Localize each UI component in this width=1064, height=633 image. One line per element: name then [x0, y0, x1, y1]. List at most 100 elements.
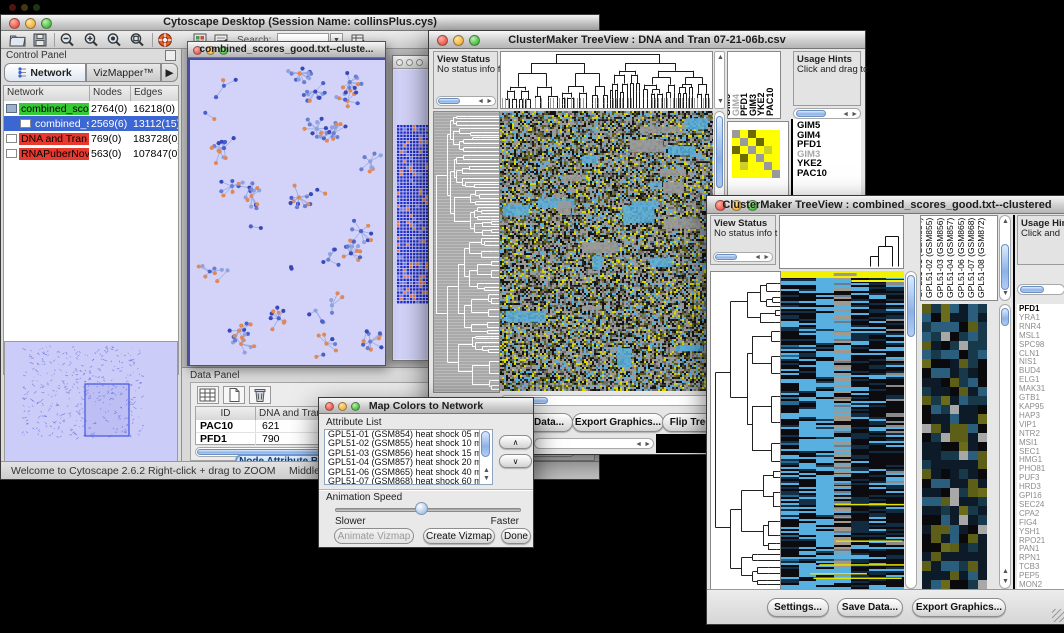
view-status-scrollbar[interactable]: ◄ ► — [436, 96, 496, 106]
gene-label[interactable]: VIP1 — [1019, 421, 1064, 430]
tab-vizmapper[interactable]: VizMapper™ — [86, 63, 161, 82]
gene-label[interactable]: PFD1 — [1019, 305, 1064, 314]
zoom-heatmap-cell[interactable] — [732, 146, 740, 154]
attr-col-id[interactable]: ID — [196, 407, 256, 420]
move-up-button[interactable]: ∧ — [499, 435, 532, 449]
zoom-heatmap-cell[interactable] — [764, 138, 772, 146]
gene-label[interactable]: CPA2 — [1019, 510, 1064, 519]
gene-label[interactable]: GPI16 — [1019, 492, 1064, 501]
scroll-up-arrow[interactable]: ▲ — [1002, 568, 1009, 576]
network-canvas[interactable] — [190, 60, 385, 365]
scroll-up-arrow[interactable]: ▲ — [717, 54, 724, 62]
gene-label[interactable]: YRA1 — [1019, 314, 1064, 323]
zoom-heatmap-cell[interactable] — [756, 170, 764, 178]
network-table-row[interactable]: RNAPuberNov2+563(0)107847(0) — [4, 146, 178, 161]
gene-label[interactable]: ELG1 — [1019, 376, 1064, 385]
move-down-button[interactable]: ∨ — [499, 454, 532, 468]
scroll-down-arrow[interactable]: ▼ — [1002, 290, 1009, 298]
zoom-heatmap-cell[interactable] — [740, 162, 748, 170]
view-status-scrollbar[interactable]: ◄ ► — [713, 252, 773, 262]
zoom-heatmap-cell[interactable] — [756, 138, 764, 146]
column-label[interactable]: GPL51-06 (GSM865) — [956, 218, 966, 298]
attribute-list-scrollbar[interactable]: ▲ ▼ — [479, 430, 492, 484]
gene-label[interactable]: BUD4 — [1019, 367, 1064, 376]
column-label[interactable]: GPL51-08 (GSM872) — [976, 218, 986, 298]
zoom-heatmap-cell[interactable] — [732, 154, 740, 162]
zoom-heatmap-cell[interactable] — [740, 138, 748, 146]
dendrogram-vscrollbar[interactable]: ▲ ▼ — [714, 51, 725, 109]
zoom-fit-icon[interactable] — [129, 32, 149, 50]
network-view-titlebar[interactable]: combined_scores_good.txt--cluste... — [188, 42, 385, 58]
heatmap-vscrollbar[interactable] — [905, 271, 917, 589]
inactive-close-button[interactable] — [396, 59, 403, 66]
scroll-thumb[interactable] — [1001, 308, 1009, 326]
gene-label[interactable]: HAP3 — [1019, 412, 1064, 421]
create-vizmap-button[interactable]: Create Vizmap — [423, 528, 495, 544]
gene-label[interactable]: NIS1 — [1019, 358, 1064, 367]
zoom-heatmap-cell[interactable] — [772, 154, 780, 162]
gene-label[interactable]: HMG1 — [1019, 456, 1064, 465]
gene-label[interactable]: MAK31 — [1019, 385, 1064, 394]
attribute-list-item[interactable]: GPL51-07 (GSM868) heat shock 60 min — [326, 477, 478, 485]
main-titlebar[interactable]: Cytoscape Desktop (Session Name: collins… — [1, 15, 599, 31]
inactive-zoom-button[interactable] — [416, 59, 423, 66]
inactive-minimize-button[interactable] — [406, 59, 413, 66]
zoom-heatmap[interactable] — [732, 130, 780, 178]
zoom-heatmap-cell[interactable] — [772, 130, 780, 138]
gene-label[interactable]: PUF3 — [1019, 474, 1064, 483]
network-table-row[interactable]: DNA and Tran 07769(0)183728(0) — [4, 131, 178, 146]
scroll-down-arrow[interactable]: ▼ — [483, 475, 490, 483]
save-data-button[interactable]: Save Data... — [837, 598, 903, 617]
zoom-heatmap-cell[interactable] — [740, 154, 748, 162]
animation-speed-slider-track[interactable] — [335, 508, 521, 512]
zoom-heatmap-cell[interactable] — [732, 130, 740, 138]
scroll-left-arrow[interactable]: ◄ — [477, 98, 484, 106]
scroll-thumb[interactable] — [1001, 244, 1009, 290]
minimap-canvas[interactable] — [5, 342, 177, 461]
zoom-heatmap-cell[interactable] — [772, 146, 780, 154]
scroll-up-arrow[interactable]: ▲ — [483, 467, 490, 475]
zoom-heatmap-canvas[interactable] — [922, 304, 987, 589]
gene-label[interactable]: PHO81 — [1019, 465, 1064, 474]
zoom-heatmap-cell[interactable] — [764, 146, 772, 154]
zoom-heatmap-cell[interactable] — [748, 154, 756, 162]
zoom-heatmap-cell[interactable] — [748, 138, 756, 146]
scroll-thumb[interactable] — [716, 116, 723, 188]
attribute-table-icon[interactable] — [197, 386, 219, 404]
scroll-left-arrow[interactable]: ◄ — [635, 441, 642, 449]
delete-attribute-icon[interactable] — [249, 386, 271, 404]
usage-hints-scrollbar[interactable]: ◄ ► — [793, 108, 861, 119]
scroll-thumb[interactable] — [907, 275, 915, 337]
zoom-heatmap-cell[interactable] — [748, 170, 756, 178]
network-table-row[interactable]: combined_sco2569(6)13112(15) — [4, 116, 178, 131]
zoom-heatmap-cell[interactable] — [740, 130, 748, 138]
col-network[interactable]: Network — [4, 86, 90, 101]
zoom-selected-icon[interactable] — [106, 32, 126, 50]
zoom-heatmap-cell[interactable] — [740, 170, 748, 178]
birdseye-minimap[interactable] — [4, 341, 178, 462]
scroll-right-arrow[interactable]: ► — [851, 111, 858, 119]
gene-label[interactable]: RPO21 — [1019, 537, 1064, 546]
column-dendrogram-canvas[interactable] — [780, 216, 903, 268]
row-dendrogram-canvas[interactable] — [710, 271, 781, 591]
global-heatmap-canvas[interactable] — [781, 271, 904, 589]
gene-label[interactable]: SPC98 — [1019, 341, 1064, 350]
zoom-heatmap-cell[interactable] — [772, 170, 780, 178]
float-panel-icon[interactable] — [165, 50, 176, 61]
scroll-thumb[interactable] — [715, 254, 737, 260]
zoomview-hscrollbar[interactable]: ◄ ► — [534, 438, 654, 449]
gene-label[interactable]: NTR2 — [1019, 430, 1064, 439]
column-label[interactable]: GPL51-03 (GSM856) — [935, 218, 945, 298]
scroll-up-arrow[interactable]: ▲ — [1002, 218, 1009, 226]
zoom-heatmap-cell[interactable] — [772, 162, 780, 170]
animate-vizmap-button[interactable]: Animate Vizmap — [334, 528, 414, 544]
gene-label[interactable]: TCB3 — [1019, 563, 1064, 572]
zoom-heatmap-cell[interactable] — [756, 162, 764, 170]
dialog-titlebar[interactable]: Map Colors to Network — [319, 398, 533, 414]
column-dendrogram-panel[interactable] — [779, 215, 904, 269]
usage-hints-scrollbar[interactable] — [1017, 284, 1064, 295]
zoom-heatmap-cell[interactable] — [732, 138, 740, 146]
scroll-thumb[interactable] — [481, 431, 490, 457]
gene-label[interactable]: YSH1 — [1019, 528, 1064, 537]
column-label[interactable]: GPL51-02 (GSM855) — [924, 218, 934, 298]
